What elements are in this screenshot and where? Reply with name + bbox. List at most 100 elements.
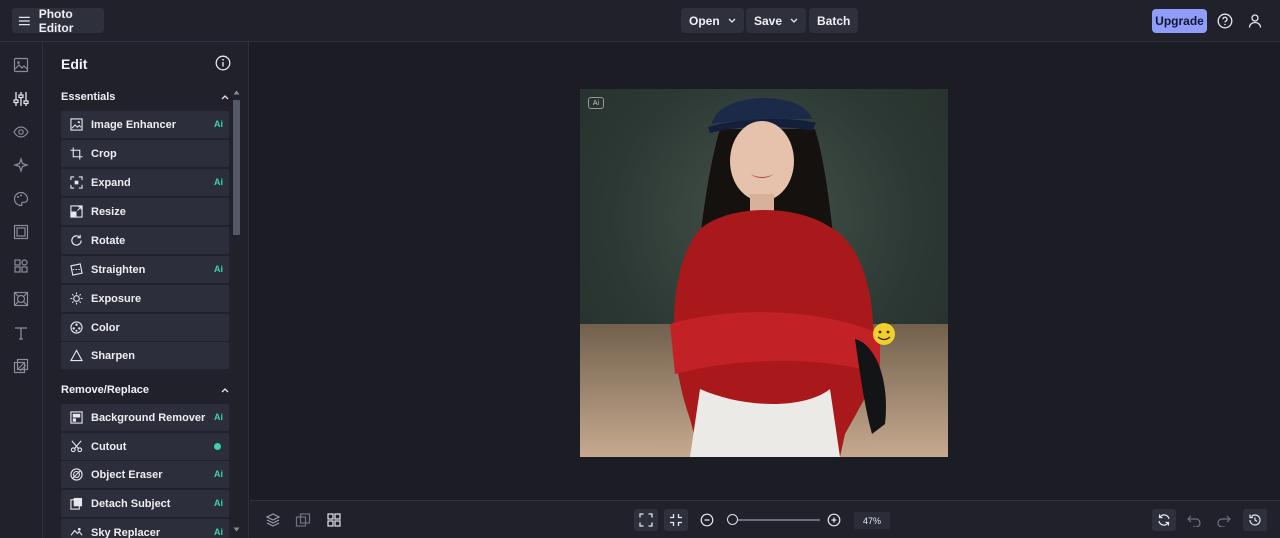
- scroll-up-arrow-icon[interactable]: [233, 90, 240, 95]
- image-icon: [13, 57, 29, 73]
- undo-button[interactable]: [1182, 509, 1206, 531]
- rail-adjust-button[interactable]: [9, 87, 33, 111]
- tool-label: Cutout: [91, 440, 127, 453]
- fullscreen-icon: [639, 513, 653, 527]
- compare-icon: [295, 513, 311, 527]
- account-button[interactable]: [1243, 9, 1267, 33]
- redo-icon: [1217, 515, 1231, 527]
- tool-detach-subject[interactable]: Detach Subject Ai: [61, 490, 229, 517]
- ai-badge: Ai: [214, 177, 223, 187]
- tool-image-enhancer[interactable]: Image Enhancer Ai: [61, 111, 229, 138]
- crop-icon: [70, 147, 83, 160]
- rail-view-button[interactable]: [9, 120, 33, 144]
- undo-icon: [1187, 515, 1201, 527]
- grid-icon: [327, 513, 341, 527]
- scroll-thumb[interactable]: [233, 100, 240, 235]
- layers-button[interactable]: [261, 509, 285, 531]
- panel-scrollbar[interactable]: [231, 88, 242, 534]
- tool-label: Resize: [91, 205, 126, 218]
- tool-rotate[interactable]: Rotate: [61, 227, 229, 254]
- ai-badge: Ai: [214, 498, 223, 508]
- section-remove-replace-header[interactable]: Remove/Replace: [61, 380, 229, 400]
- rail-effects-button[interactable]: [9, 187, 33, 211]
- tool-exposure[interactable]: Exposure: [61, 285, 229, 312]
- tool-cutout[interactable]: Cutout: [61, 433, 229, 460]
- upgrade-button[interactable]: Upgrade: [1152, 9, 1207, 33]
- app-menu-button[interactable]: Photo Editor: [12, 7, 104, 35]
- expand-icon: [70, 176, 83, 189]
- ai-generated-chip: Ai: [588, 97, 604, 109]
- tool-background-remover[interactable]: Background Remover Ai: [61, 404, 229, 431]
- shapes-icon: [14, 259, 28, 273]
- zoom-out-button[interactable]: [695, 509, 719, 531]
- photo-canvas[interactable]: Ai: [580, 89, 948, 457]
- zoom-in-button[interactable]: [822, 509, 846, 531]
- chevron-down-icon: [728, 18, 736, 23]
- tool-label: Straighten: [91, 263, 146, 276]
- rail-ai-button[interactable]: [9, 153, 33, 177]
- canvas-area: Ai: [250, 42, 1280, 500]
- rail-elements-button[interactable]: [9, 254, 33, 278]
- redo-button[interactable]: [1212, 509, 1236, 531]
- tool-label: Sky Replacer: [91, 526, 161, 538]
- zoom-percentage[interactable]: 47%: [854, 512, 890, 529]
- tool-object-eraser[interactable]: Object Eraser Ai: [61, 461, 229, 488]
- top-bar: Photo Editor Open Save Batch Upgrade: [0, 0, 1280, 42]
- open-menu-button[interactable]: Open: [681, 8, 744, 33]
- tool-label: Background Remover: [91, 411, 206, 424]
- zoom-out-icon: [700, 513, 714, 527]
- edit-panel: Edit Essentials Image Enhancer Ai Crop E…: [43, 42, 249, 538]
- actual-size-button[interactable]: [664, 509, 688, 531]
- open-label: Open: [689, 13, 720, 28]
- fit-screen-button[interactable]: [634, 509, 658, 531]
- eye-icon: [13, 126, 29, 138]
- background-remover-icon: [70, 411, 83, 424]
- rail-overlay-button[interactable]: [9, 354, 33, 378]
- history-button[interactable]: [1243, 509, 1267, 531]
- sparkle-icon: [13, 157, 29, 173]
- panel-title: Edit: [61, 56, 88, 72]
- sky-replacer-icon: [70, 527, 83, 536]
- chevron-up-icon: [221, 95, 229, 100]
- zoom-slider-handle[interactable]: [727, 514, 738, 525]
- tool-sky-replacer[interactable]: Sky Replacer Ai: [61, 519, 229, 538]
- tool-straighten[interactable]: Straighten Ai: [61, 256, 229, 283]
- tool-sharpen[interactable]: Sharpen: [61, 342, 229, 369]
- zoom-slider-track[interactable]: [728, 519, 820, 521]
- tool-label: Exposure: [91, 292, 142, 305]
- straighten-icon: [70, 263, 83, 276]
- detach-subject-icon: [70, 497, 83, 510]
- texture-icon: [13, 291, 29, 307]
- tool-resize[interactable]: Resize: [61, 198, 229, 225]
- save-label: Save: [754, 13, 783, 28]
- tool-expand[interactable]: Expand Ai: [61, 169, 229, 196]
- palette-icon: [13, 191, 29, 207]
- batch-label: Batch: [817, 13, 851, 28]
- scroll-down-arrow-icon[interactable]: [233, 527, 240, 532]
- info-icon[interactable]: [215, 55, 231, 71]
- tool-crop[interactable]: Crop: [61, 140, 229, 167]
- overlay-icon: [13, 358, 29, 374]
- tool-color[interactable]: Color: [61, 314, 229, 341]
- ai-badge: Ai: [214, 264, 223, 274]
- help-button[interactable]: [1213, 9, 1237, 33]
- text-icon: [15, 327, 27, 340]
- compare-button[interactable]: [291, 509, 315, 531]
- reset-button[interactable]: [1152, 509, 1176, 531]
- rail-frames-button[interactable]: [9, 220, 33, 244]
- ai-badge: Ai: [214, 527, 223, 537]
- tool-label: Sharpen: [91, 349, 136, 362]
- rail-textures-button[interactable]: [9, 287, 33, 311]
- batch-button[interactable]: Batch: [809, 8, 859, 33]
- save-menu-button[interactable]: Save: [746, 8, 807, 33]
- tool-label: Object Eraser: [91, 468, 163, 481]
- section-essentials-header[interactable]: Essentials: [61, 87, 229, 107]
- resize-icon: [70, 205, 83, 218]
- rail-image-button[interactable]: [9, 53, 33, 77]
- grid-view-button[interactable]: [322, 509, 346, 531]
- section-title: Remove/Replace: [61, 384, 150, 396]
- tool-label: Detach Subject: [91, 497, 171, 510]
- section-title: Essentials: [61, 91, 116, 103]
- frame-icon: [13, 224, 29, 240]
- rail-text-button[interactable]: [9, 321, 33, 345]
